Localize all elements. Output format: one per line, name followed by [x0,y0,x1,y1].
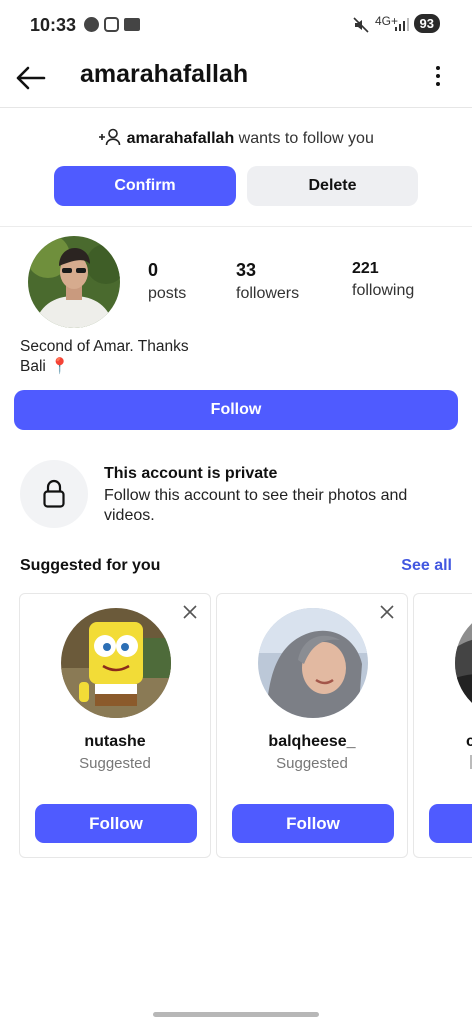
private-description: Follow this account to see their photos … [104,487,408,524]
line-app-icon [84,17,99,32]
status-bar: 10:33 4G+ 93 [0,0,472,50]
follow-request-banner: amarahafallah wants to follow you [0,128,472,148]
bio-line: Bali 📍 [20,358,70,375]
home-indicator[interactable] [153,1012,319,1017]
following-stat[interactable]: 221 following [352,260,414,300]
suggestion-subtitle: Suggested [79,755,151,772]
profile-avatar[interactable] [28,236,120,328]
section-divider [0,226,472,227]
page-title: amarahafallah [80,60,249,88]
request-username[interactable]: amarahafallah [127,130,235,147]
more-options-icon[interactable] [428,62,448,92]
confirm-button[interactable]: Confirm [54,166,236,206]
posts-stat: 0 posts [148,260,186,303]
suggestion-follow-button[interactable]: Follow [232,804,394,843]
clock: 10:33 [30,15,77,35]
delete-button[interactable]: Delete [247,166,418,206]
suggestion-avatar[interactable] [455,608,472,718]
followers-count: 33 [236,260,257,280]
request-message: wants to follow you [234,130,374,147]
suggestion-avatar[interactable] [61,608,171,718]
mute-icon [353,17,369,33]
followers-stat[interactable]: 33 followers [236,260,299,303]
add-person-icon [99,128,121,146]
suggestion-avatar[interactable] [258,608,368,718]
suggestion-username[interactable]: nutashe [20,733,210,751]
bio-line: Second of Amar. Thanks [20,338,189,355]
battery-badge: 93 [413,14,440,33]
following-label: following [352,282,415,299]
posts-count: 0 [148,260,159,280]
suggestion-card[interactable]: balqheese_ Suggested Follow [216,593,408,858]
suggestion-username[interactable]: balqheese_ [217,733,407,751]
suggestion-card[interactable]: nutashe Suggested Follow [19,593,211,858]
back-arrow-icon[interactable] [12,60,48,96]
suggestion-subtitle: Suggested [276,755,348,772]
profile-bio: Second of Amar. Thanks Bali 📍 [20,337,189,377]
following-count: 221 [352,260,379,277]
dismiss-icon[interactable] [180,602,200,622]
lock-icon [43,479,65,508]
dismiss-icon[interactable] [377,602,397,622]
mail-icon [124,18,140,31]
follow-button[interactable]: Follow [14,390,458,430]
suggestion-username[interactable]: c [466,733,472,751]
instagram-icon [104,17,119,32]
posts-label: posts [148,285,187,302]
private-lock-badge [20,460,88,528]
suggestion-card[interactable]: c [413,593,472,858]
see-all-link[interactable]: See all [401,557,452,575]
private-title: This account is private [104,465,278,482]
suggestion-follow-button[interactable]: Follow [35,804,197,843]
suggested-heading: Suggested for you [20,557,161,574]
profile-header: amarahafallah [0,50,472,108]
signal-icon [395,18,409,31]
followers-label: followers [236,285,300,302]
suggestion-follow-button[interactable] [429,804,472,843]
